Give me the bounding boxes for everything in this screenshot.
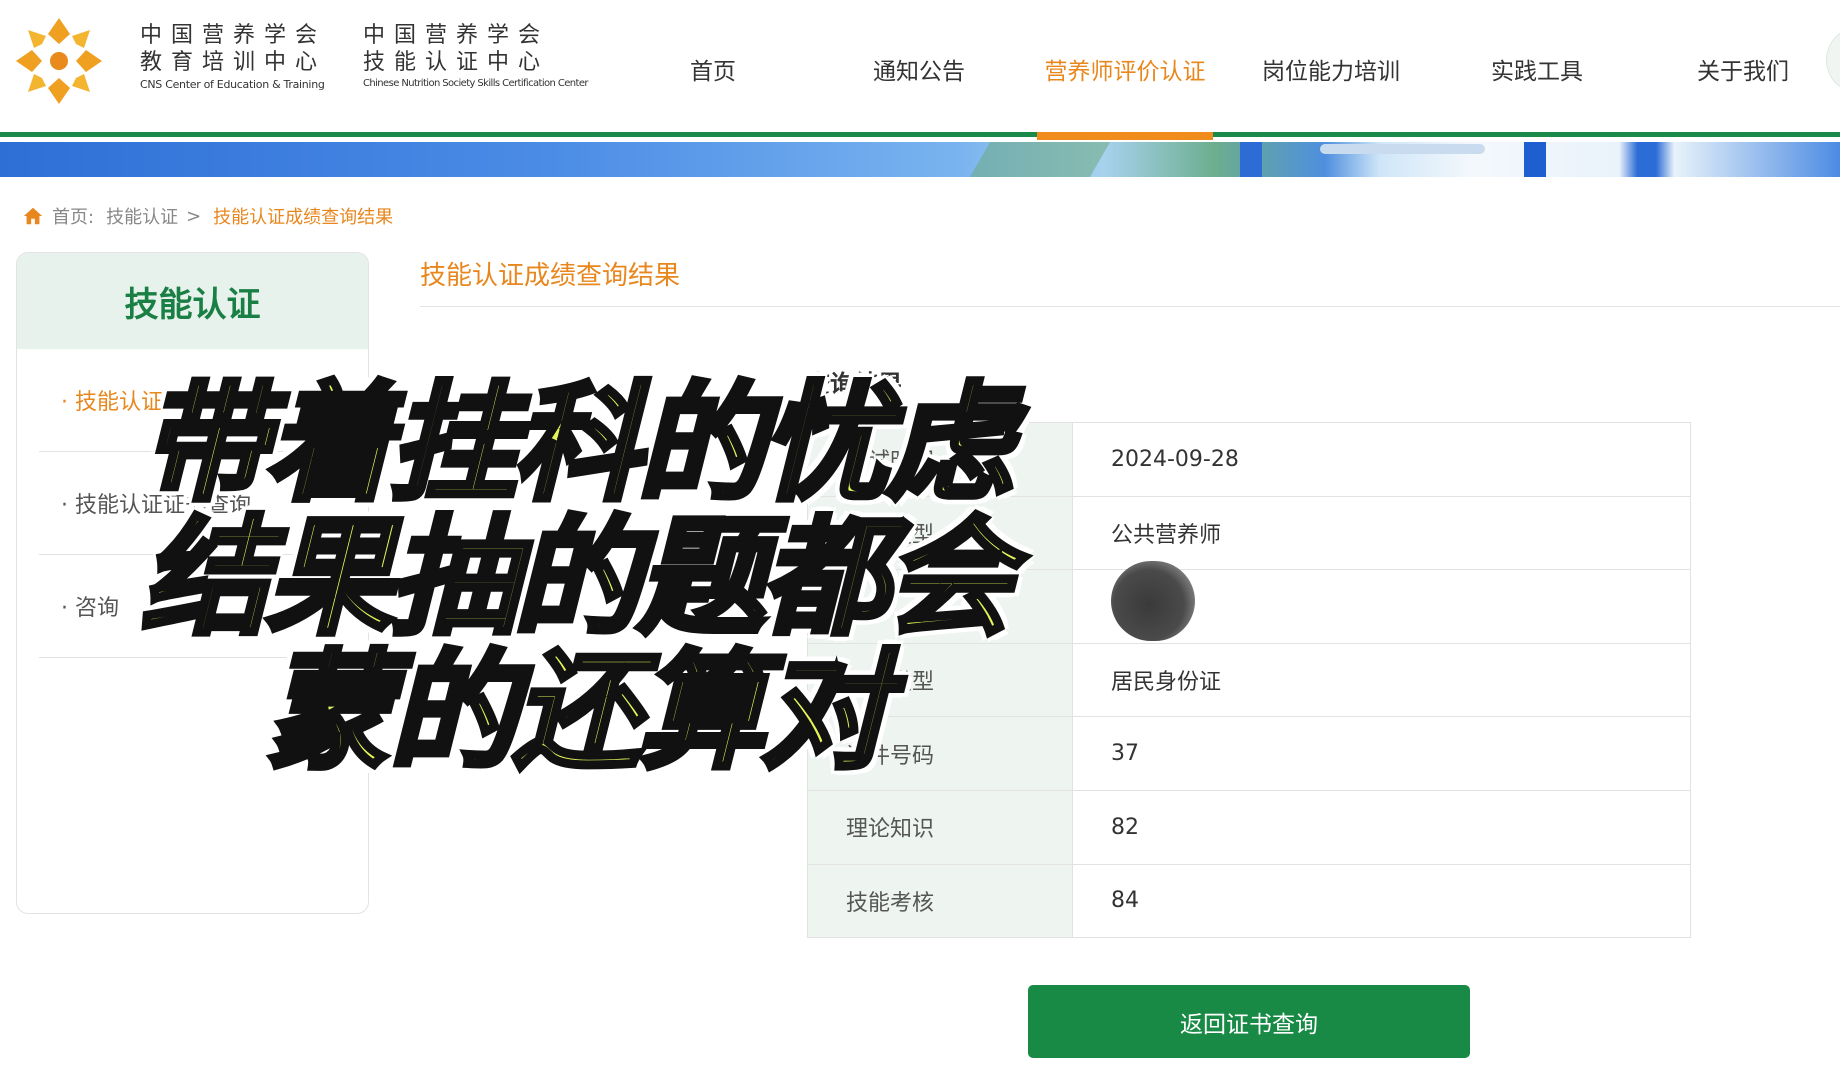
- logo-a-en: CNS Center of Education & Training: [140, 78, 325, 91]
- logo-b-en: Chinese Nutrition Society Skills Certifi…: [363, 78, 589, 89]
- breadcrumb-separator: >: [186, 205, 202, 227]
- nav-item-notices[interactable]: 通知公告: [816, 0, 1022, 137]
- row-key-exam-date: 考试时间: [807, 422, 1073, 497]
- table-row: 考试时间 2024-09-28: [807, 422, 1691, 497]
- row-value-theory: 82: [1072, 789, 1691, 865]
- row-key-id-type: 证件类型: [807, 642, 1073, 718]
- result-label: 查询结果: [806, 370, 902, 398]
- table-row: 考试类型 公共营养师: [807, 495, 1691, 571]
- back-to-certificate-query-button[interactable]: 返回证书查询: [1028, 985, 1470, 1058]
- banner-image: [0, 142, 1840, 177]
- sidebar-item-score-query[interactable]: · 技能认证成绩查询: [39, 349, 346, 452]
- logo-b-line2: 技能认证中心: [363, 50, 550, 75]
- sidebar-item-certificate-query[interactable]: · 技能认证证书查询: [39, 452, 346, 555]
- sidebar: 技能认证 · 技能认证成绩查询 · 技能认证证书查询 · 咨询: [16, 252, 369, 914]
- table-row: 证件类型 居民身份证: [807, 642, 1691, 718]
- nav-item-training[interactable]: 岗位能力培训: [1228, 0, 1434, 137]
- sidebar-item-consult[interactable]: · 咨询: [39, 555, 346, 658]
- row-value-exam-type: 公共营养师: [1072, 495, 1691, 571]
- breadcrumb-parent[interactable]: 技能认证: [106, 203, 178, 229]
- row-value-id-number: 37: [1072, 716, 1691, 791]
- nav-item-home[interactable]: 首页: [610, 0, 816, 137]
- row-key-exam-type: 考试类型: [807, 495, 1073, 571]
- row-value-id-type: 居民身份证: [1072, 642, 1691, 718]
- logo-a-line1: 中国营养学会: [140, 23, 327, 48]
- table-row: 证件号码 37: [807, 716, 1691, 791]
- row-value-skill: 84: [1072, 863, 1691, 939]
- site-header: 中国营养学会 教育培训中心 CNS Center of Education & …: [0, 0, 1840, 140]
- result-table: 考试时间 2024-09-28 考试类型 公共营养师 姓名 证件类型 居民身份证…: [807, 422, 1691, 939]
- row-key-theory: 理论知识: [807, 789, 1073, 865]
- redaction-blur: [1111, 561, 1195, 642]
- nav-item-tools[interactable]: 实践工具: [1434, 0, 1640, 137]
- logo-icon[interactable]: [12, 14, 106, 108]
- sidebar-list: · 技能认证成绩查询 · 技能认证证书查询 · 咨询: [17, 349, 368, 658]
- logo-b-line1: 中国营养学会: [363, 23, 550, 48]
- row-key-skill: 技能考核: [807, 863, 1073, 939]
- table-row: 技能考核 84: [807, 863, 1691, 939]
- table-row: 姓名: [807, 561, 1691, 644]
- breadcrumb-home[interactable]: 首页:: [52, 203, 94, 229]
- breadcrumb-current: 技能认证成绩查询结果: [213, 207, 394, 228]
- main-nav: 首页 通知公告 营养师评价认证 岗位能力培训 实践工具 关于我们: [610, 0, 1840, 140]
- sidebar-title: 技能认证: [17, 253, 368, 349]
- row-key-name: 姓名: [807, 569, 1073, 644]
- page-title: 技能认证成绩查询结果: [420, 261, 681, 291]
- table-row: 理论知识 82: [807, 789, 1691, 865]
- row-value-name: [1072, 561, 1691, 644]
- title-divider: [420, 306, 1840, 307]
- logo-a-line2: 教育培训中心: [140, 50, 327, 75]
- nav-item-about[interactable]: 关于我们: [1640, 0, 1840, 137]
- logo-text-certification: 中国营养学会 技能认证中心 Chinese Nutrition Society …: [363, 22, 589, 89]
- row-key-id-number: 证件号码: [807, 716, 1073, 791]
- home-icon: [23, 207, 43, 225]
- row-value-exam-date: 2024-09-28: [1072, 422, 1691, 497]
- nav-item-certification[interactable]: 营养师评价认证: [1022, 0, 1228, 140]
- breadcrumb: 首页: 技能认证 > 技能认证成绩查询结果: [22, 203, 393, 229]
- logo-text-education: 中国营养学会 教育培训中心 CNS Center of Education & …: [140, 22, 326, 91]
